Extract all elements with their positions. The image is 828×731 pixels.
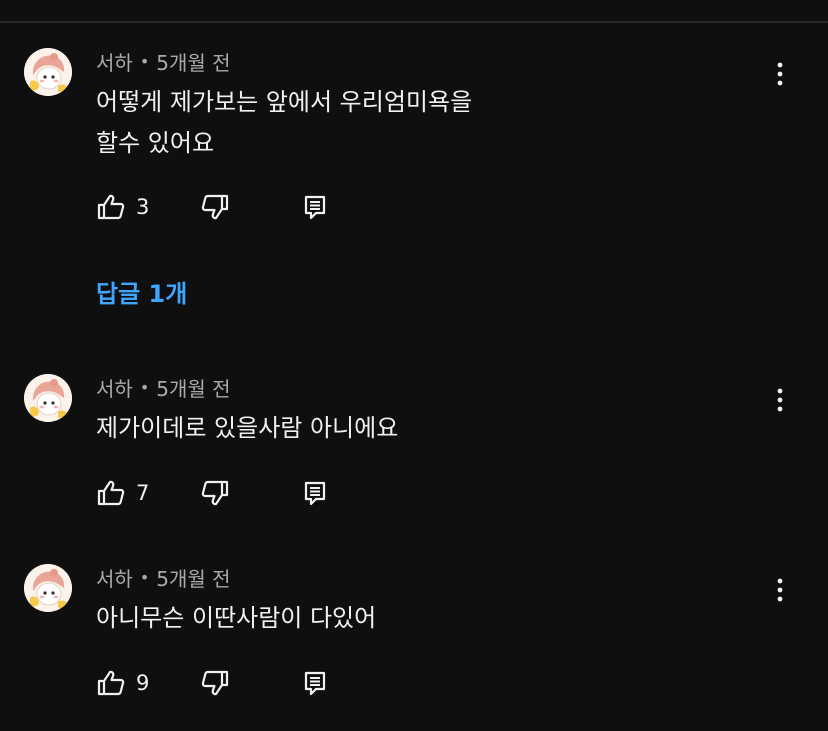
like-button[interactable] <box>96 668 126 698</box>
comment-actions: 3 <box>96 192 330 222</box>
more-vertical-icon <box>777 388 783 412</box>
comment-time[interactable]: 5개월 전 <box>156 563 230 592</box>
comment-actions: 7 <box>96 478 330 508</box>
thumbs-up-icon <box>97 480 125 506</box>
reply-button[interactable] <box>300 192 330 222</box>
reply-icon <box>304 481 326 506</box>
avatar-image <box>24 48 72 96</box>
author-name[interactable]: 서하 <box>96 47 133 76</box>
comment-text: 제가이데로 있을사람 아니에요 <box>96 414 399 442</box>
thumbs-down-icon <box>201 194 229 220</box>
thumbs-up-icon <box>97 194 125 220</box>
more-vertical-icon <box>777 62 783 86</box>
reply-button[interactable] <box>300 478 330 508</box>
author-name[interactable]: 서하 <box>96 373 133 402</box>
comment-meta: 서하 • 5개월 전 <box>96 47 231 76</box>
thumbs-up-icon <box>97 670 125 696</box>
dislike-button[interactable] <box>200 192 230 222</box>
more-options-button[interactable] <box>764 384 796 416</box>
avatar[interactable] <box>24 374 72 422</box>
reply-icon <box>304 195 326 220</box>
like-count: 3 <box>136 195 150 219</box>
top-divider <box>0 21 828 23</box>
like-count: 7 <box>136 481 150 505</box>
comment-text: 어떻게 제가보는 앞에서 우리엄미욕을 할수 있어요 <box>96 88 473 157</box>
comment-actions: 9 <box>96 668 330 698</box>
avatar-image <box>24 564 72 612</box>
thumbs-down-icon <box>201 670 229 696</box>
like-button[interactable] <box>96 478 126 508</box>
like-button[interactable] <box>96 192 126 222</box>
comment-text: 아니무슨 이딴사람이 다있어 <box>96 604 377 632</box>
meta-separator: • <box>139 51 150 71</box>
like-count: 9 <box>136 671 150 695</box>
avatar-image <box>24 374 72 422</box>
view-replies-link[interactable]: 답글 1개 <box>96 274 187 309</box>
dislike-button[interactable] <box>200 478 230 508</box>
comment-time[interactable]: 5개월 전 <box>156 373 230 402</box>
avatar[interactable] <box>24 564 72 612</box>
comment-meta: 서하 • 5개월 전 <box>96 373 231 402</box>
more-vertical-icon <box>777 578 783 602</box>
comment-time[interactable]: 5개월 전 <box>156 47 230 76</box>
reply-icon <box>304 671 326 696</box>
meta-separator: • <box>139 377 150 397</box>
avatar[interactable] <box>24 48 72 96</box>
more-options-button[interactable] <box>764 574 796 606</box>
thumbs-down-icon <box>201 480 229 506</box>
meta-separator: • <box>139 567 150 587</box>
more-options-button[interactable] <box>764 58 796 90</box>
comments-page: 서하 • 5개월 전 어떻게 제가보는 앞에서 우리엄미욕을 할수 있어요 3 <box>0 0 828 731</box>
author-name[interactable]: 서하 <box>96 563 133 592</box>
reply-button[interactable] <box>300 668 330 698</box>
comment-meta: 서하 • 5개월 전 <box>96 563 231 592</box>
dislike-button[interactable] <box>200 668 230 698</box>
